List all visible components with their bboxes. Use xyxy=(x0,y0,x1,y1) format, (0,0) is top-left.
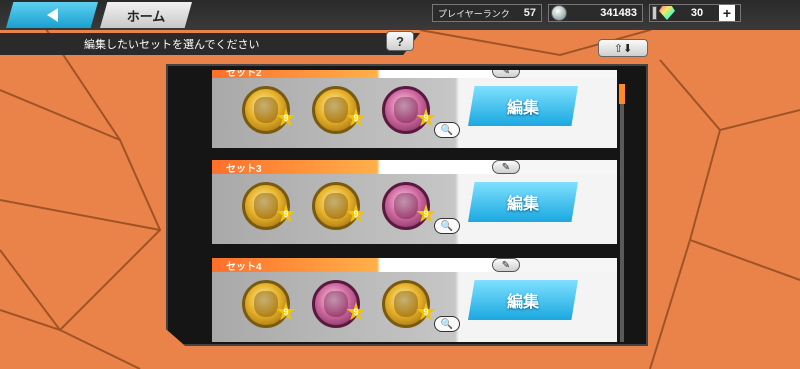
medal-slot[interactable] xyxy=(382,280,430,328)
medal-slot[interactable] xyxy=(242,182,290,230)
sort-arrows-icon: ⇧⬇ xyxy=(613,41,633,55)
status-bar: プレイヤーランク 57 341483 30 + xyxy=(432,3,794,23)
character-portrait-icon xyxy=(324,291,348,317)
medal-slot[interactable] xyxy=(382,86,430,134)
character-portrait-icon xyxy=(324,97,348,123)
gem-value: 30 xyxy=(690,7,704,19)
set-card: セット2 ✎ 9 9 9 🔍 編集 xyxy=(212,70,617,150)
instruction-bar: 編集したいセットを選んでください xyxy=(0,33,420,55)
scrollbar-thumb[interactable] xyxy=(619,84,625,104)
set-body: 9 9 9 🔍 編集 xyxy=(212,78,617,148)
coin-icon xyxy=(551,5,567,21)
edit-set-button[interactable]: 編集 xyxy=(468,182,578,222)
set-body: 9 9 9 🔍 編集 xyxy=(212,174,617,244)
medal-slot[interactable] xyxy=(382,182,430,230)
character-portrait-icon xyxy=(254,291,278,317)
character-portrait-icon xyxy=(254,193,278,219)
set-name: セット2 xyxy=(212,70,512,79)
set-name: セット4 xyxy=(212,258,512,273)
back-button[interactable] xyxy=(6,2,98,28)
gauge-icon xyxy=(652,6,657,20)
player-rank: プレイヤーランク 57 xyxy=(432,4,542,22)
gem-icon xyxy=(659,6,675,20)
rename-pen-button[interactable]: ✎ xyxy=(492,160,520,174)
medal-slot[interactable] xyxy=(312,86,360,134)
set-body: 9 9 9 🔍 編集 xyxy=(212,272,617,342)
character-portrait-icon xyxy=(394,291,418,317)
character-portrait-icon xyxy=(394,97,418,123)
rename-pen-button[interactable]: ✎ xyxy=(492,258,520,272)
help-button[interactable]: ? xyxy=(386,31,414,51)
rank-label: プレイヤーランク xyxy=(438,9,510,20)
set-name: セット3 xyxy=(212,160,512,175)
back-arrow-icon xyxy=(46,8,58,22)
rank-value: 57 xyxy=(523,7,536,19)
home-button[interactable]: ホーム xyxy=(100,2,192,28)
set-list[interactable]: セット2 ✎ 9 9 9 🔍 編集 セット3 ✎ 9 9 9 🔍 編集 セット4… xyxy=(212,70,617,346)
set-card: セット3 ✎ 9 9 9 🔍 編集 xyxy=(212,160,617,246)
character-portrait-icon xyxy=(254,97,278,123)
coin-value: 341483 xyxy=(600,7,637,19)
edit-set-button[interactable]: 編集 xyxy=(468,280,578,320)
coin-counter: 341483 xyxy=(548,4,643,22)
magnify-icon[interactable]: 🔍 xyxy=(434,316,460,332)
character-portrait-icon xyxy=(394,193,418,219)
set-card: セット4 ✎ 9 9 9 🔍 編集 xyxy=(212,258,617,344)
character-portrait-icon xyxy=(324,193,348,219)
medal-slot[interactable] xyxy=(242,280,290,328)
add-gems-button[interactable]: + xyxy=(719,5,735,21)
magnify-icon[interactable]: 🔍 xyxy=(434,122,460,138)
scrollbar-track[interactable] xyxy=(620,84,624,342)
medal-slot[interactable] xyxy=(312,182,360,230)
instruction-text: 編集したいセットを選んでください xyxy=(84,38,260,51)
magnify-icon[interactable]: 🔍 xyxy=(434,218,460,234)
gem-counter: 30 + xyxy=(649,4,741,22)
sort-button[interactable]: ⇧⬇ xyxy=(598,39,648,57)
rename-pen-button[interactable]: ✎ xyxy=(492,70,520,78)
medal-slot[interactable] xyxy=(312,280,360,328)
medal-slot[interactable] xyxy=(242,86,290,134)
edit-set-button[interactable]: 編集 xyxy=(468,86,578,126)
